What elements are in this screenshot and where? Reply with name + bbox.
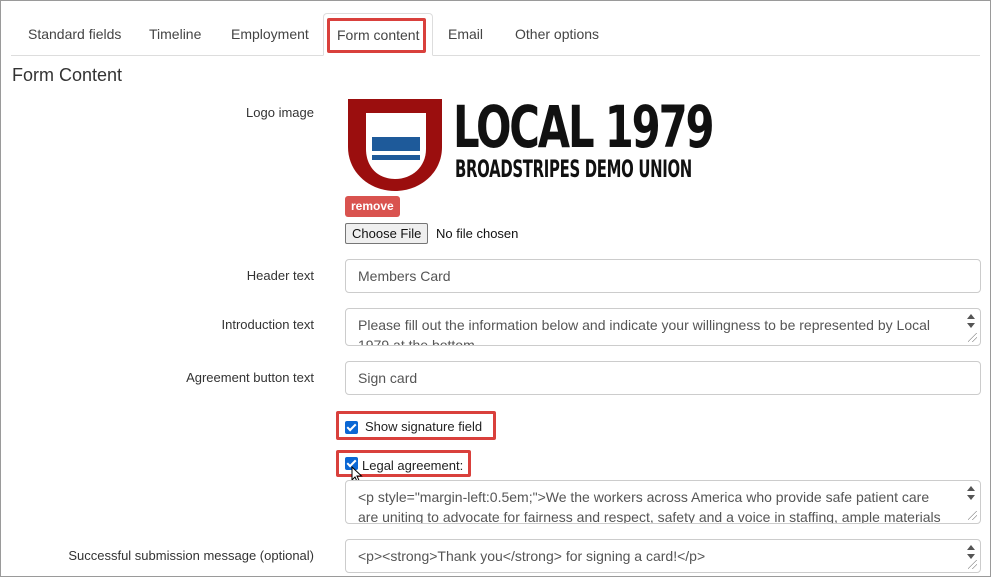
introduction-text-label: Introduction text [221,317,315,332]
logo-subtitle: BROADSTRIPES DEMO UNION [455,155,692,183]
shield-logo-icon [348,99,442,191]
success-message-textarea[interactable]: <p><strong>Thank you</strong> for signin… [345,539,981,573]
tab-other-options[interactable]: Other options [502,13,612,55]
tab-bar: Standard fields Timeline Employment Form… [11,13,980,56]
choose-file-button[interactable]: Choose File [345,223,429,244]
section-title: Form Content [12,65,123,85]
tab-timeline[interactable]: Timeline [136,13,214,55]
logo-image-label: Logo image [246,105,314,120]
introduction-text-value: Please fill out the information below an… [358,317,931,346]
legal-agreement-textarea[interactable]: <p style="margin-left:0.5em;">We the wor… [345,480,981,524]
tab-employment[interactable]: Employment [218,13,322,55]
success-message-label: Successful submission message (optional) [68,548,314,563]
legal-agreement-value: <p style="margin-left:0.5em;">We the wor… [358,489,941,524]
tab-standard-fields[interactable]: Standard fields [15,13,134,55]
success-message-scrollbar[interactable] [963,541,979,571]
logo-title: LOCAL 1979 [453,93,715,161]
legal-agreement-scrollbar[interactable] [963,482,979,522]
union-logo: LOCAL 1979 BROADSTRIPES DEMO UNION [348,93,715,191]
form-content-panel: Standard fields Timeline Employment Form… [0,0,991,577]
success-message-value: <p><strong>Thank you</strong> for signin… [358,548,706,564]
agreement-button-text-input[interactable]: Sign card [345,361,981,395]
tab-form-content[interactable]: Form content [323,13,434,56]
show-signature-label: Show signature field [365,419,483,434]
remove-logo-button[interactable]: remove [345,196,400,217]
legal-agreement-label: Legal agreement: [362,458,464,473]
show-signature-checkbox[interactable] [345,421,358,434]
file-status: No file chosen [436,226,519,241]
header-text-label: Header text [246,268,314,283]
tab-email[interactable]: Email [435,13,496,55]
introduction-scrollbar[interactable] [963,310,979,344]
agreement-button-text-label: Agreement button text [186,370,314,385]
header-text-input[interactable]: Members Card [345,259,981,293]
introduction-text-textarea[interactable]: Please fill out the information below an… [345,308,981,346]
